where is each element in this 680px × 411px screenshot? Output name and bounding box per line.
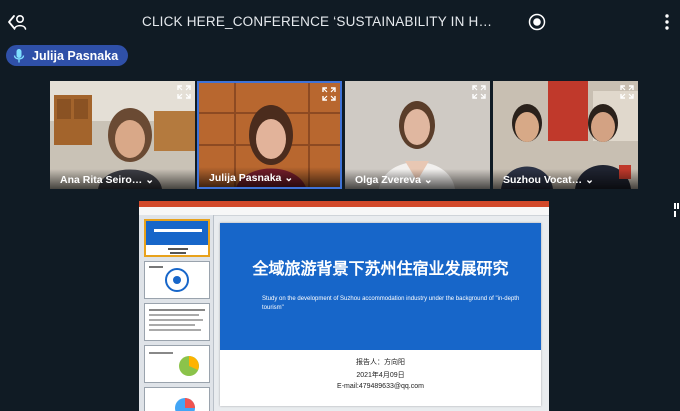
participant-name-4: Suzhou Vocat… ⌄: [493, 169, 638, 189]
participant-tile-4[interactable]: Suzhou Vocat… ⌄: [493, 81, 638, 189]
record-icon[interactable]: [528, 13, 546, 31]
slide-thumbnail-graphic: [145, 304, 209, 340]
slide-thumbnail-panel: [139, 215, 214, 411]
slide-date: 2021年4月09日: [356, 372, 405, 379]
side-panel-handle-icon[interactable]: [674, 203, 680, 217]
slide-email: E-mail:479489633@qq.com: [337, 383, 424, 390]
slide-thumbnail-graphic: [146, 221, 208, 254]
slide-presenter: 报告人：方向阳: [356, 359, 405, 366]
microphone-icon: [13, 48, 25, 62]
slide-thumbnail-graphic: [145, 262, 209, 298]
slide-title: 全域旅游背景下苏州住宿业发展研究: [252, 261, 509, 278]
slide-thumbnail-4: [144, 345, 210, 383]
slide-thumbnail-graphic: [145, 388, 209, 411]
slide-thumbnail-graphic: [145, 346, 209, 382]
expand-icon[interactable]: [620, 85, 634, 99]
participant-name-2: Julija Pasnaka ⌄: [199, 167, 340, 187]
slide-thumbnail-3: [144, 303, 210, 341]
participant-tile-2[interactable]: Julija Pasnaka ⌄: [197, 81, 342, 189]
participant-tile-3[interactable]: Olga Zvereva ⌄: [345, 81, 490, 189]
participant-tiles: Ana Rita Seiro… ⌄ Julija Pasnaka ⌄ Olga …: [50, 81, 640, 189]
leave-call-icon[interactable]: [6, 12, 28, 32]
expand-icon[interactable]: [472, 85, 486, 99]
participant-tile-1[interactable]: Ana Rita Seiro… ⌄: [50, 81, 195, 189]
participant-name-3: Olga Zvereva ⌄: [345, 169, 490, 189]
slide-subtitle: Study on the development of Suzhou accom…: [262, 296, 520, 311]
more-vertical-icon[interactable]: [662, 13, 672, 31]
active-speaker-name: Julija Pasnaka: [32, 48, 119, 63]
participant-name-1: Ana Rita Seiro… ⌄: [50, 169, 195, 189]
current-slide: 全域旅游背景下苏州住宿业发展研究 Study on the developmen…: [220, 223, 541, 406]
meeting-title: CLICK HERE_CONFERENCE ‘SUSTAINABILITY IN…: [142, 14, 502, 29]
shared-screen[interactable]: 全域旅游背景下苏州住宿业发展研究 Study on the developmen…: [139, 201, 549, 411]
slide-thumbnail-1: [144, 219, 210, 257]
active-speaker-badge: Julija Pasnaka: [6, 45, 129, 66]
slide-thumbnail-5: [144, 387, 210, 411]
slide-header-band: 全域旅游背景下苏州住宿业发展研究 Study on the developmen…: [220, 223, 541, 350]
expand-icon[interactable]: [177, 85, 191, 99]
top-bar: CLICK HERE_CONFERENCE ‘SUSTAINABILITY IN…: [0, 0, 680, 44]
slide-thumbnail-2: [144, 261, 210, 299]
expand-icon[interactable]: [322, 87, 336, 101]
